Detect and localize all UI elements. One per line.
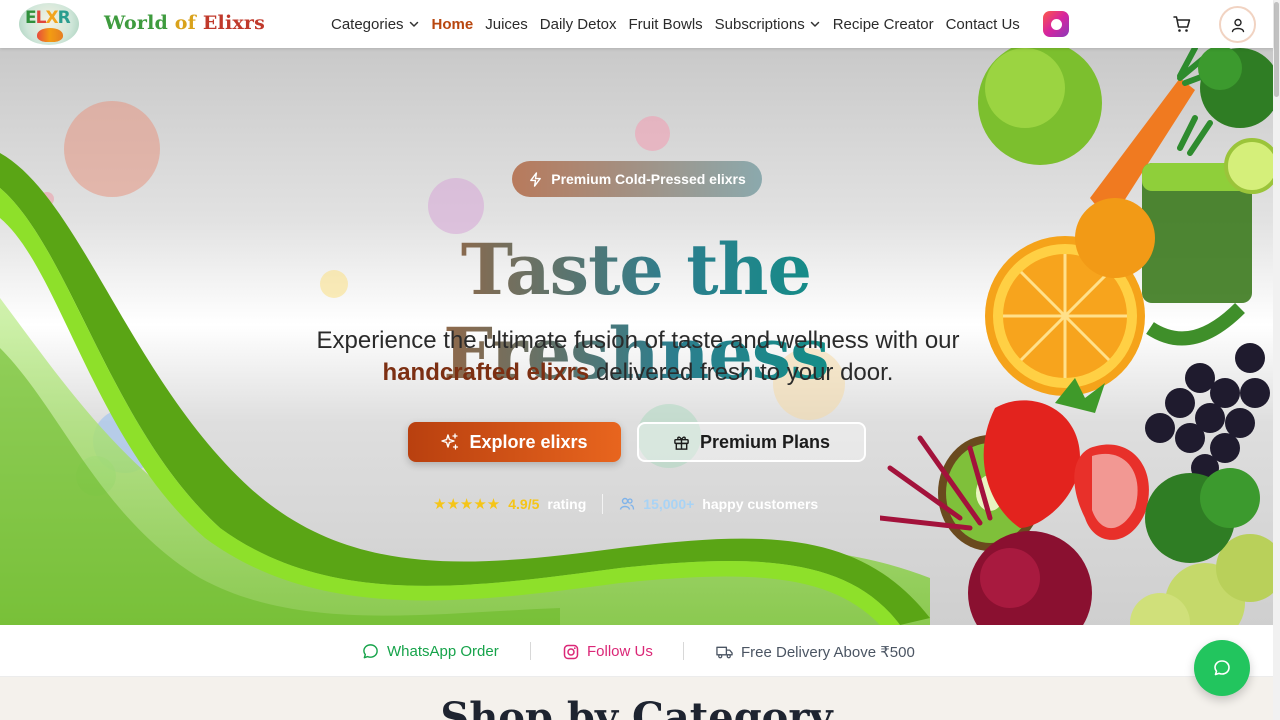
nav-item-home[interactable]: Home [432, 16, 474, 33]
sparkles-icon [441, 433, 459, 450]
nav-label: Subscriptions [714, 15, 805, 33]
user-account-button[interactable] [1219, 6, 1256, 43]
follow-us-link[interactable]: Follow Us [563, 643, 653, 660]
page-scrollbar[interactable] [1273, 0, 1280, 720]
shop-by-category-heading: Shop by Category [440, 694, 833, 720]
nav-item-daily-detox[interactable]: Daily Detox [540, 16, 617, 33]
nav-item-contact-us[interactable]: Contact Us [946, 16, 1020, 33]
instagram-icon[interactable] [1043, 11, 1069, 37]
nav-label: Fruit Bowls [628, 15, 703, 33]
nav-label: Categories [331, 15, 404, 33]
nav-label: Daily Detox [539, 15, 617, 33]
customers-value: 15,000+ [643, 496, 695, 512]
free-delivery-info: Free Delivery Above ₹500 [716, 643, 915, 661]
nav-item-subscriptions[interactable]: Subscriptions [715, 16, 821, 33]
user-icon [1231, 18, 1244, 32]
explore-elixrs-button[interactable]: Explore elixrs [408, 422, 621, 462]
hero-subtitle-highlight: handcrafted elixrs [382, 359, 590, 386]
chat-bubble-icon [1214, 660, 1230, 676]
premium-badge: Premium Cold-Pressed elixrs [512, 161, 762, 197]
instagram-dot [1050, 18, 1062, 30]
nav-item-recipe-creator[interactable]: Recipe Creator [833, 16, 934, 33]
premium-plans-button[interactable]: Premium Plans [637, 422, 866, 462]
nav-label: Recipe Creator [832, 15, 934, 33]
star-rating-icon: ★★★★★ [433, 496, 501, 513]
strip-divider [530, 642, 531, 660]
free-delivery-label: Free Delivery Above ₹500 [741, 644, 915, 661]
logo-text: ELXR [25, 8, 71, 28]
premium-badge-label: Premium Cold-Pressed elixrs [551, 171, 746, 187]
brand-name-part3: Elixrs [202, 12, 266, 34]
hero-stats: ★★★★★ 4.9/5 rating 15,000+ happy custome… [433, 494, 818, 514]
hero-section: Premium Cold-Pressed elixrs Taste the Fr… [0, 48, 1273, 625]
whatsapp-order-label: WhatsApp Order [387, 643, 499, 660]
instagram-icon [563, 644, 579, 659]
main-menu: Categories Home Juices Daily Detox Fruit… [331, 0, 1020, 48]
chat-button[interactable] [1194, 640, 1250, 696]
nav-item-fruit-bowls[interactable]: Fruit Bowls [628, 16, 702, 33]
chat-bubble-icon [363, 644, 378, 659]
info-strip: WhatsApp Order Follow Us Free Delivery A… [0, 625, 1273, 677]
nav-label: Home [431, 15, 474, 33]
chevron-down-icon [810, 21, 819, 27]
whatsapp-order-link[interactable]: WhatsApp Order [362, 643, 499, 660]
rating-value: 4.9/5 [508, 496, 540, 512]
users-icon [620, 497, 635, 510]
nav-label: Contact Us [945, 15, 1020, 33]
hero-subtitle-line2: delivered fresh to your door. [589, 359, 894, 386]
cart-icon[interactable] [1172, 14, 1192, 34]
explore-elixrs-label: Explore elixrs [469, 431, 588, 452]
premium-plans-label: Premium Plans [699, 431, 831, 452]
hero-subtitle: Experience the ultimate fusion of taste … [280, 325, 996, 389]
lightning-icon [530, 171, 542, 187]
rating-label: rating [547, 496, 587, 512]
brand-name[interactable]: World of Elixrs [104, 12, 265, 34]
top-navbar: ELXR World of Elixrs Categories Home Jui… [0, 0, 1273, 48]
brand-name-part2: of [174, 12, 203, 34]
logo-fruit-icon [37, 28, 63, 42]
chevron-down-icon [409, 21, 418, 27]
nav-label: Juices [485, 15, 528, 33]
customers-label: happy customers [702, 496, 819, 512]
follow-us-label: Follow Us [587, 643, 653, 660]
nav-item-juices[interactable]: Juices [485, 16, 528, 33]
page-scrollbar-thumb[interactable] [1274, 2, 1279, 97]
brand-name-part1: World [104, 12, 175, 34]
stats-divider [602, 494, 604, 514]
truck-icon [716, 646, 733, 659]
gift-icon [674, 435, 689, 450]
hero-subtitle-line1: Experience the ultimate fusion of taste … [316, 327, 960, 354]
elxr-logo[interactable]: ELXR [19, 3, 79, 45]
nav-item-categories[interactable]: Categories [331, 16, 420, 33]
strip-divider [683, 642, 684, 660]
